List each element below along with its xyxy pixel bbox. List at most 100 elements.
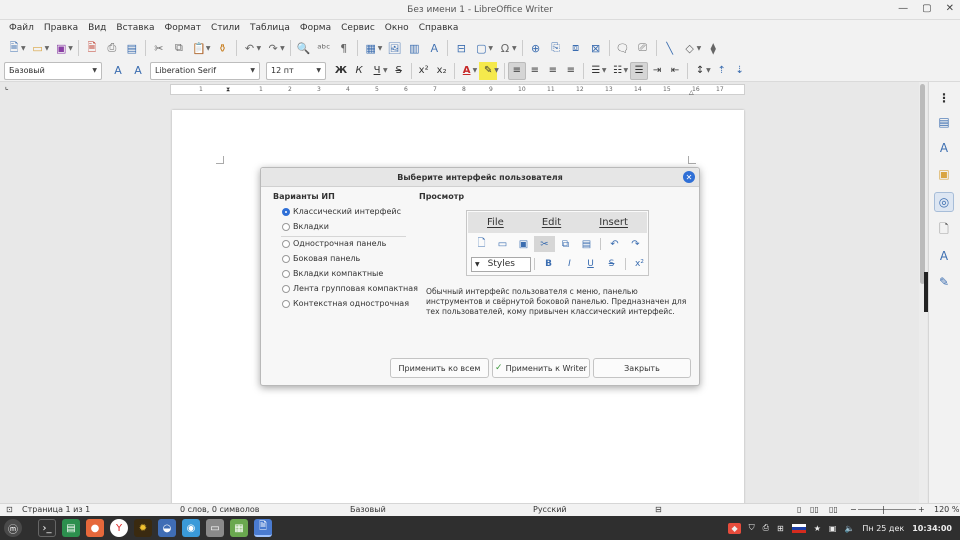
radio-icon[interactable]: [282, 254, 290, 263]
align-center-icon[interactable]: ≡: [526, 62, 544, 80]
close-button[interactable]: Закрыть: [593, 358, 691, 378]
start-menu-icon[interactable]: ⓜ: [4, 519, 22, 537]
printer-icon[interactable]: ⎙: [763, 523, 769, 533]
page-icon[interactable]: 🗋: [934, 220, 954, 240]
outline-icon[interactable]: ☰: [630, 61, 649, 80]
shield-icon[interactable]: ⛉: [749, 523, 755, 533]
menu-window[interactable]: Окно: [380, 23, 414, 33]
paragraph-style-combo[interactable]: Базовый ▼: [4, 61, 102, 80]
footnote-icon[interactable]: ⎘: [546, 39, 566, 57]
option-sidebar[interactable]: Боковая панель: [282, 254, 360, 263]
bookmark-icon[interactable]: ⊠: [586, 39, 606, 57]
sidebar-menu-icon[interactable]: ⋮: [934, 88, 954, 108]
menu-styles[interactable]: Стили: [206, 23, 245, 33]
style-inspector-icon[interactable]: A: [934, 246, 954, 266]
clock[interactable]: 10:34:00: [912, 524, 952, 533]
menu-insert[interactable]: Вставка: [111, 23, 159, 33]
increase-paragraph-spacing-icon[interactable]: ⇡: [713, 62, 731, 80]
insert-textbox-icon[interactable]: Ａ: [424, 39, 444, 57]
zoom-slider[interactable]: [858, 509, 916, 510]
manage-changes-icon[interactable]: ✎: [934, 272, 954, 292]
option-tabbed[interactable]: Вкладки: [282, 222, 329, 231]
spellcheck-icon[interactable]: ᵃᵇᶜ: [314, 39, 334, 57]
menu-file[interactable]: Файл: [4, 23, 39, 33]
gallery-icon[interactable]: ▣: [934, 164, 954, 184]
sidebar-collapse-handle[interactable]: [924, 272, 928, 312]
clone-format-icon[interactable]: ⚱: [213, 39, 233, 57]
bold-button[interactable]: Ж: [332, 62, 350, 80]
right-indent-marker-icon[interactable]: △: [689, 89, 694, 96]
radio-icon[interactable]: [282, 239, 290, 248]
insert-image-icon[interactable]: 🖼: [384, 39, 404, 57]
superscript-button[interactable]: x²: [415, 62, 433, 80]
track-changes-icon[interactable]: ⎚: [633, 39, 653, 57]
export-pdf-icon[interactable]: 🗎: [82, 39, 102, 57]
radio-icon[interactable]: [282, 284, 290, 293]
menu-form[interactable]: Форма: [295, 23, 336, 33]
page-break-icon[interactable]: ⊟: [451, 39, 471, 57]
calculator-icon[interactable]: ▦: [230, 519, 248, 537]
maximize-icon[interactable]: ▢: [922, 3, 931, 14]
close-window-icon[interactable]: ✕: [946, 3, 954, 14]
language[interactable]: Русский: [533, 505, 567, 514]
book-view-icon[interactable]: ▯▯: [829, 505, 838, 514]
menu-view[interactable]: Вид: [83, 23, 111, 33]
strikethrough-button[interactable]: S: [390, 62, 408, 80]
draw-functions-icon[interactable]: ⧫: [703, 39, 723, 57]
update-style-icon[interactable]: A: [108, 62, 128, 80]
close-icon[interactable]: ✕: [683, 171, 695, 183]
zoom-slider-thumb[interactable]: |: [882, 505, 885, 514]
archive-icon[interactable]: ▭: [206, 519, 224, 537]
photo-app-icon[interactable]: ✹: [134, 519, 152, 537]
radio-icon[interactable]: [282, 269, 290, 278]
scrollbar-thumb[interactable]: [920, 84, 925, 284]
insert-chart-icon[interactable]: ▥: [404, 39, 424, 57]
selection-mode-icon[interactable]: ⊟: [655, 505, 662, 514]
styles-icon[interactable]: A: [934, 138, 954, 158]
draw-line-icon[interactable]: ╲: [660, 39, 680, 57]
navigator-icon[interactable]: ◎: [934, 192, 954, 212]
radio-selected-icon[interactable]: [282, 207, 290, 216]
print-preview-icon[interactable]: ▤: [122, 39, 142, 57]
anydesk-icon[interactable]: ◆: [728, 522, 741, 534]
zoom-out-icon[interactable]: −: [850, 505, 857, 514]
russian-flag-icon[interactable]: [791, 523, 806, 533]
writer-task-icon[interactable]: 🗎: [254, 519, 272, 537]
print-icon[interactable]: ⎙: [102, 39, 122, 57]
radio-icon[interactable]: [282, 299, 290, 308]
option-tabbed-compact[interactable]: Вкладки компактные: [282, 269, 383, 278]
new-style-icon[interactable]: A: [128, 62, 148, 80]
align-right-icon[interactable]: ≡: [544, 62, 562, 80]
volume-icon[interactable]: 🔈: [844, 524, 854, 533]
option-single-toolbar[interactable]: Однострочная панель: [282, 239, 386, 248]
messenger-icon[interactable]: ◉: [182, 519, 200, 537]
single-page-view-icon[interactable]: ▯: [797, 505, 801, 514]
cross-reference-icon[interactable]: ⧈: [566, 39, 586, 57]
font-name-combo[interactable]: Liberation Serif ▼: [150, 61, 260, 80]
keyboard-layout-icon[interactable]: ⊞: [777, 524, 784, 533]
menu-format[interactable]: Формат: [160, 23, 207, 33]
software-center-icon[interactable]: ▤: [62, 519, 80, 537]
copy-icon[interactable]: ⧉: [169, 39, 189, 57]
indent-marker-icon[interactable]: ⧗: [226, 86, 230, 94]
apply-to-writer-button[interactable]: ✓ Применить к Writer: [492, 358, 590, 378]
align-left-icon[interactable]: ≡: [507, 61, 526, 80]
menu-tools[interactable]: Сервис: [336, 23, 380, 33]
subscript-button[interactable]: x₂: [433, 62, 451, 80]
menu-table[interactable]: Таблица: [245, 23, 295, 33]
italic-button[interactable]: К: [350, 62, 368, 80]
formatting-marks-icon[interactable]: ¶: [334, 39, 354, 57]
zoom-in-icon[interactable]: +: [918, 505, 925, 514]
menu-help[interactable]: Справка: [414, 23, 464, 33]
browser-icon[interactable]: ●: [86, 519, 104, 537]
option-groupedbar-compact[interactable]: Лента групповая компактная: [282, 284, 418, 293]
network-icon[interactable]: ▣: [829, 524, 837, 533]
horizontal-ruler[interactable]: 1 ⧗ 1 2 3 4 5 6 7 8 9 10 11 12 13 14 15 …: [170, 84, 745, 96]
comment-icon[interactable]: 🗨: [613, 39, 633, 57]
hyperlink-icon[interactable]: ⊕: [526, 39, 546, 57]
option-classic[interactable]: Классический интерфейс: [282, 207, 401, 216]
date[interactable]: Пн 25 дек: [862, 524, 904, 533]
apply-to-all-button[interactable]: Применить ко всем: [390, 358, 489, 378]
option-contextual-single[interactable]: Контекстная однострочная: [282, 299, 409, 308]
find-replace-icon[interactable]: 🔍: [294, 39, 314, 57]
